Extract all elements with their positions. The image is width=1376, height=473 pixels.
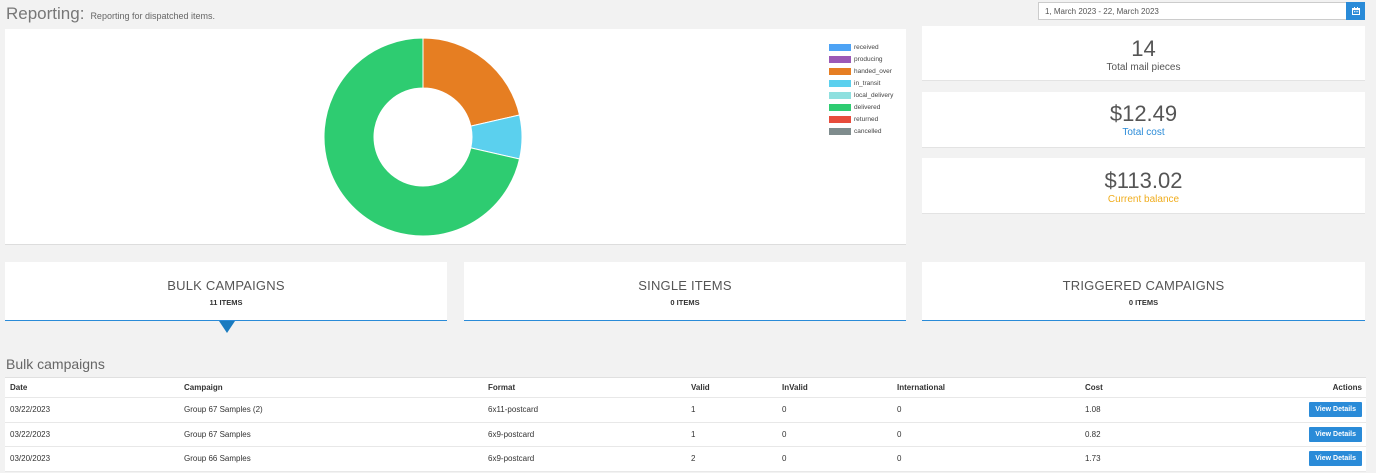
legend-label: received (854, 43, 879, 51)
legend-label: returned (854, 115, 879, 123)
cell-campaign: Group 66 Samples (184, 454, 251, 464)
legend-label: producing (854, 55, 883, 63)
stat-card-current-balance: $113.02 Current balance (922, 158, 1365, 214)
stat-label: Total mail pieces (1106, 62, 1181, 73)
status-chart-panel: received producing handed_over in_transitlo… (5, 29, 906, 245)
column-header-format: Format (488, 383, 516, 392)
tab-single-items[interactable]: SINGLE ITEMS 0 ITEMS (464, 262, 906, 321)
column-header-date: Date (10, 383, 28, 392)
date-range-picker[interactable]: 1, March 2023 - 22, March 2023 (1038, 2, 1365, 20)
legend-label: handed_over (854, 67, 892, 75)
column-header-invalid: InValid (782, 383, 808, 392)
table-row: 03/22/2023 Group 67 Samples (2) 6x11-pos… (5, 398, 1366, 423)
active-tab-indicator (219, 321, 235, 333)
legend-label: local_delivery (854, 91, 894, 99)
view-details-button[interactable]: View Details (1309, 451, 1362, 467)
table-header-row: Date Campaign Format Valid InValid Inter… (5, 378, 1366, 398)
tab-title: SINGLE ITEMS (638, 278, 732, 293)
cell-format: 6x11-postcard (488, 405, 539, 415)
legend-swatch (829, 91, 851, 99)
cell-valid: 1 (691, 405, 696, 415)
cell-invalid: 0 (782, 405, 787, 415)
cell-campaign: Group 67 Samples (2) (184, 405, 263, 415)
legend-item[interactable]: delivered (829, 101, 893, 113)
tab-count: 11 ITEMS (209, 298, 243, 307)
section-title: Bulk campaigns (6, 356, 105, 372)
cell-international: 0 (897, 405, 902, 415)
stat-label: Total cost (1122, 127, 1165, 138)
cell-cost: 1.08 (1085, 405, 1101, 415)
cell-format: 6x9-postcard (488, 454, 535, 464)
legend-item[interactable]: cancelled (829, 125, 893, 137)
legend-swatch (829, 115, 851, 123)
stat-card-total-cost: $12.49 Total cost (922, 92, 1365, 148)
legend-item[interactable]: producing (829, 53, 893, 65)
bulk-campaigns-table: Date Campaign Format Valid InValid Inter… (5, 377, 1366, 472)
page-title: Reporting: (6, 4, 85, 23)
cell-actions: View Details (1309, 423, 1362, 447)
cell-valid: 2 (691, 454, 696, 464)
cell-cost: 1.73 (1085, 454, 1101, 464)
legend-item[interactable]: received (829, 41, 893, 53)
stat-label: Current balance (1107, 194, 1180, 205)
tab-title: TRIGGERED CAMPAIGNS (1062, 278, 1225, 293)
view-details-button[interactable]: View Details (1309, 426, 1362, 442)
cell-date: 03/22/2023 (10, 405, 51, 415)
calendar-button[interactable] (1346, 2, 1365, 20)
cell-international: 0 (897, 454, 902, 464)
column-header-actions: Actions (1332, 383, 1362, 392)
column-header-international: International (897, 383, 946, 392)
legend-swatch (829, 103, 851, 111)
cell-invalid: 0 (782, 454, 787, 464)
cell-actions: View Details (1309, 398, 1362, 422)
legend-item[interactable]: in_transit (829, 77, 893, 89)
tab-title: BULK CAMPAIGNS (167, 278, 285, 293)
cell-invalid: 0 (782, 429, 787, 439)
legend-label: cancelled (854, 127, 882, 135)
column-header-valid: Valid (691, 383, 710, 392)
legend-swatch (829, 79, 851, 87)
cell-format: 6x9-postcard (488, 429, 535, 439)
cell-date: 03/22/2023 (10, 429, 51, 439)
view-details-button[interactable]: View Details (1309, 402, 1362, 418)
stat-card-total-mail-pieces: 14 Total mail pieces (922, 26, 1365, 81)
column-header-cost: Cost (1085, 383, 1103, 392)
calendar-icon (1351, 7, 1360, 15)
cell-campaign: Group 67 Samples (184, 429, 251, 439)
stat-value: 14 (1131, 36, 1156, 61)
legend-item[interactable]: returned (829, 113, 893, 125)
legend-item[interactable]: handed_over (829, 65, 893, 77)
page-subtitle: Reporting for dispatched items. (90, 11, 216, 21)
chart-legend: received producing handed_over in_transitlo… (829, 41, 893, 137)
table-row: 03/22/2023 Group 67 Samples 6x9-postcard… (5, 423, 1366, 447)
legend-swatch (829, 43, 851, 51)
legend-item[interactable]: local_delivery (829, 89, 893, 101)
cell-valid: 1 (691, 429, 696, 439)
tab-triggered-campaigns[interactable]: TRIGGERED CAMPAIGNS 0 ITEMS (922, 262, 1365, 321)
tab-count: 0 ITEMS (670, 298, 700, 307)
legend-swatch (829, 55, 851, 63)
donut-slice-handed-over[interactable] (422, 37, 521, 127)
legend-swatch (829, 67, 851, 75)
page-header: Reporting: Reporting for dispatched item… (6, 4, 215, 24)
cell-actions: View Details (1309, 447, 1362, 471)
table-row: 03/20/2023 Group 66 Samples 6x9-postcard… (5, 447, 1366, 472)
cell-date: 03/20/2023 (10, 454, 51, 464)
column-header-campaign: Campaign (184, 383, 223, 392)
legend-label: in_transit (854, 79, 881, 87)
cell-cost: 0.82 (1085, 429, 1101, 439)
tab-count: 0 ITEMS (1128, 298, 1159, 307)
legend-swatch (829, 127, 851, 135)
date-range-input[interactable]: 1, March 2023 - 22, March 2023 (1039, 7, 1346, 16)
legend-label: delivered (854, 103, 881, 111)
stat-value: $113.02 (1104, 168, 1183, 193)
stat-value: $12.49 (1109, 101, 1178, 126)
status-donut-chart (323, 37, 523, 237)
cell-international: 0 (897, 429, 902, 439)
tab-bulk-campaigns[interactable]: BULK CAMPAIGNS 11 ITEMS (5, 262, 447, 321)
